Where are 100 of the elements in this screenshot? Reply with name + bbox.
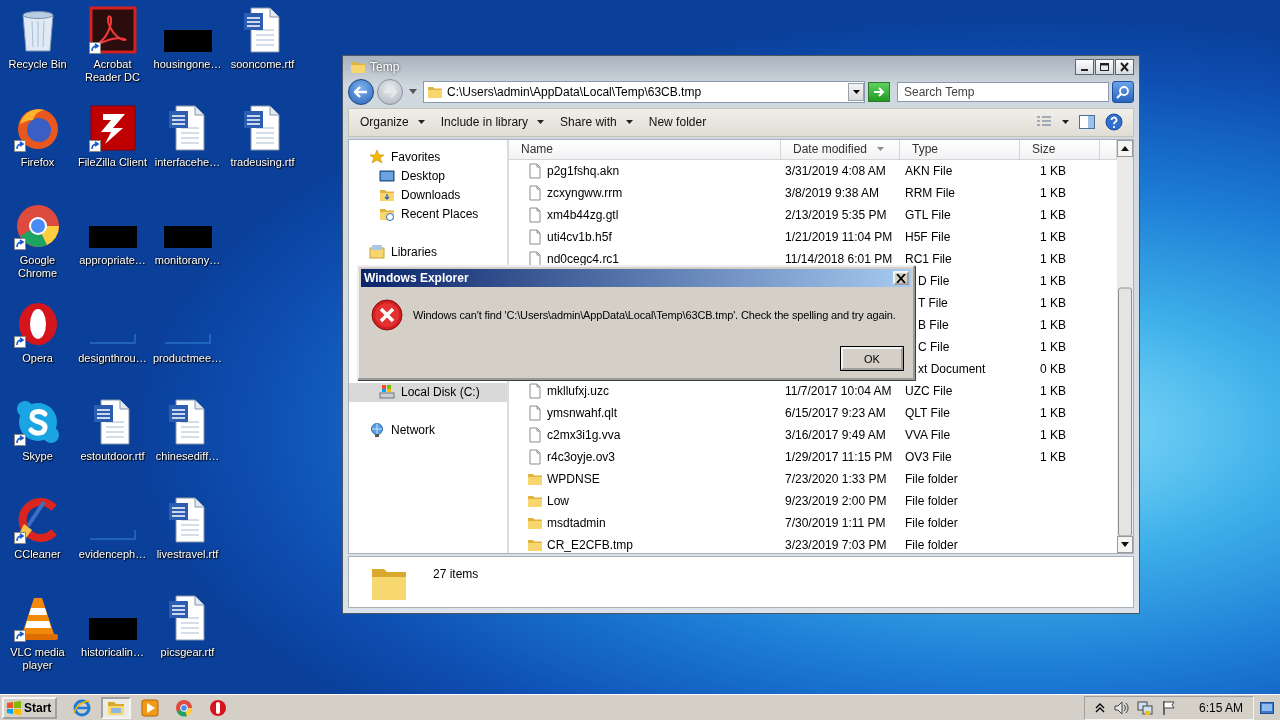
ok-button[interactable]: OK bbox=[841, 347, 903, 370]
file-type: H5F File bbox=[905, 229, 951, 244]
icon-label[interactable]: designthrou… bbox=[75, 352, 150, 365]
error-icon bbox=[371, 299, 403, 331]
icon-label[interactable]: estoutdoor.rtf bbox=[75, 450, 150, 463]
file-icon bbox=[527, 162, 543, 179]
file-name[interactable]: uti4cv1b.h5f bbox=[547, 229, 612, 244]
network-icon[interactable] bbox=[1136, 699, 1153, 716]
nav-item[interactable]: Recent Places bbox=[349, 204, 507, 224]
file-name[interactable]: r4c3oyje.ov3 bbox=[547, 449, 616, 464]
icon-label[interactable]: Google Chrome bbox=[0, 254, 75, 280]
icon-label[interactable]: evidenceph… bbox=[75, 548, 150, 561]
icon-label[interactable]: monitorany… bbox=[150, 254, 225, 267]
icon-label[interactable]: housingone… bbox=[150, 58, 225, 71]
file-name[interactable]: CR_E2CFB.tmp bbox=[547, 537, 634, 552]
file-name[interactable]: xm4b44zg.gtl bbox=[547, 207, 619, 222]
file-type: UZC File bbox=[905, 383, 953, 398]
close-button[interactable] bbox=[1115, 58, 1134, 75]
file-name[interactable]: nd0cegc4.rc1 bbox=[547, 251, 620, 266]
icon-label[interactable]: picsgear.rtf bbox=[150, 646, 225, 659]
file-size: 1 KB bbox=[1040, 405, 1066, 420]
nav-item[interactable]: Desktop bbox=[349, 166, 507, 186]
icon-label[interactable]: interfacehe… bbox=[150, 156, 225, 169]
lightning-tile-icon[interactable] bbox=[88, 104, 137, 152]
icon-label[interactable]: CCleaner bbox=[0, 548, 75, 561]
toolbar-button[interactable]: New folder bbox=[641, 111, 714, 134]
preview-pane-icon[interactable] bbox=[1079, 115, 1095, 130]
date-modified: 7/23/2020 1:33 PM bbox=[785, 471, 887, 486]
icon-label[interactable]: productmee… bbox=[150, 352, 225, 365]
file-size: 1 KB bbox=[1040, 339, 1066, 354]
icon-label[interactable]: FileZilla Client bbox=[75, 156, 150, 169]
back-button[interactable] bbox=[348, 78, 374, 105]
file-name[interactable]: c2mx3i1g.vva bbox=[547, 427, 621, 442]
column-header[interactable]: Date modified bbox=[781, 139, 900, 160]
file-type: File folder bbox=[905, 493, 958, 508]
nav-item[interactable]: Libraries bbox=[349, 242, 507, 262]
arrow-icon bbox=[354, 85, 368, 98]
dialog-title: Windows Explorer bbox=[364, 271, 469, 285]
file-name[interactable]: Low bbox=[547, 493, 569, 508]
icon-label[interactable]: Recycle Bin bbox=[0, 58, 75, 71]
file-size: 1 KB bbox=[1040, 185, 1066, 200]
icon-label[interactable]: Firefox bbox=[0, 156, 75, 169]
nav-item[interactable]: Network bbox=[349, 420, 507, 440]
star-icon bbox=[369, 149, 385, 165]
file-size: 1 KB bbox=[1040, 251, 1066, 266]
nav-item[interactable]: Favorites bbox=[349, 147, 507, 167]
column-header[interactable]: Size bbox=[1020, 139, 1100, 160]
file-type: File folder bbox=[905, 537, 958, 552]
scrollbar-drawing[interactable] bbox=[1117, 139, 1133, 553]
pdf-reader-icon[interactable] bbox=[88, 6, 137, 54]
search-field[interactable]: Search Temp bbox=[897, 81, 1109, 102]
date-modified: 1/21/2019 11:04 PM bbox=[785, 229, 893, 244]
icon-label[interactable]: livestravel.rtf bbox=[150, 548, 225, 561]
icon-label[interactable]: Acrobat Reader DC bbox=[75, 58, 150, 84]
toolbar-button[interactable]: Include in library bbox=[433, 111, 552, 134]
toolbar-button[interactable]: Organize bbox=[353, 111, 432, 134]
column-header[interactable]: Type bbox=[900, 139, 1020, 160]
dropdown-button[interactable] bbox=[848, 82, 864, 101]
go-button[interactable] bbox=[868, 81, 890, 102]
file-name[interactable]: p2g1fshq.akn bbox=[547, 163, 620, 178]
icon-label[interactable]: appropriate… bbox=[75, 254, 150, 267]
toolbar-button[interactable]: Share with bbox=[553, 111, 640, 134]
file-icon bbox=[527, 404, 543, 421]
caret-icon[interactable] bbox=[1062, 120, 1069, 125]
file-name[interactable]: mkllufxj.uzc bbox=[547, 383, 609, 398]
start-button[interactable]: Start bbox=[2, 696, 58, 719]
maximize-button[interactable] bbox=[1095, 58, 1114, 75]
show-hidden-icons-icon[interactable] bbox=[1094, 702, 1105, 713]
minimize-button[interactable] bbox=[1075, 58, 1094, 75]
file-name[interactable]: WPDNSE bbox=[547, 471, 600, 486]
file-icon bbox=[527, 206, 543, 223]
speaker-icon[interactable] bbox=[1112, 699, 1129, 716]
help-icon[interactable] bbox=[1105, 113, 1123, 132]
file-name[interactable]: ymsnwahf.qlt bbox=[547, 405, 618, 420]
file-size: 1 KB bbox=[1040, 295, 1066, 310]
file-name[interactable]: msdtadmin bbox=[547, 515, 606, 530]
file-type: RC1 File bbox=[905, 251, 952, 266]
file-name[interactable]: zcxyngww.rrm bbox=[547, 185, 623, 200]
column-header[interactable]: Name bbox=[509, 139, 781, 160]
file-type: AKN File bbox=[905, 163, 953, 178]
nav-item[interactable]: Downloads bbox=[349, 185, 507, 205]
nav-item[interactable]: Local Disk (C:) bbox=[349, 382, 507, 402]
date-modified: 1/29/2017 11:15 PM bbox=[785, 449, 893, 464]
caret-icon bbox=[625, 120, 633, 125]
file-type: D File bbox=[918, 273, 950, 288]
icon-label[interactable]: historicalin… bbox=[75, 646, 150, 659]
icon-label[interactable]: Opera bbox=[0, 352, 75, 365]
caret-icon bbox=[417, 120, 425, 125]
icon-label[interactable]: tradeusing.rtf bbox=[225, 156, 300, 169]
icon-label[interactable]: Skype bbox=[0, 450, 75, 463]
address-text[interactable]: C:\Users\admin\AppData\Local\Temp\63CB.tmp bbox=[447, 84, 844, 99]
flag-icon[interactable] bbox=[1160, 699, 1177, 716]
show-desktop-button[interactable] bbox=[1260, 701, 1274, 714]
icon-label[interactable]: chinesediff… bbox=[150, 450, 225, 463]
file-type: xt Document bbox=[918, 361, 986, 376]
search-button[interactable] bbox=[1112, 80, 1134, 103]
address-field[interactable]: C:\Users\admin\AppData\Local\Temp\63CB.tmp bbox=[423, 80, 865, 103]
caret-icon bbox=[852, 89, 860, 94]
icon-label[interactable]: VLC media player bbox=[0, 646, 75, 672]
icon-label[interactable]: sooncome.rtf bbox=[225, 58, 300, 71]
